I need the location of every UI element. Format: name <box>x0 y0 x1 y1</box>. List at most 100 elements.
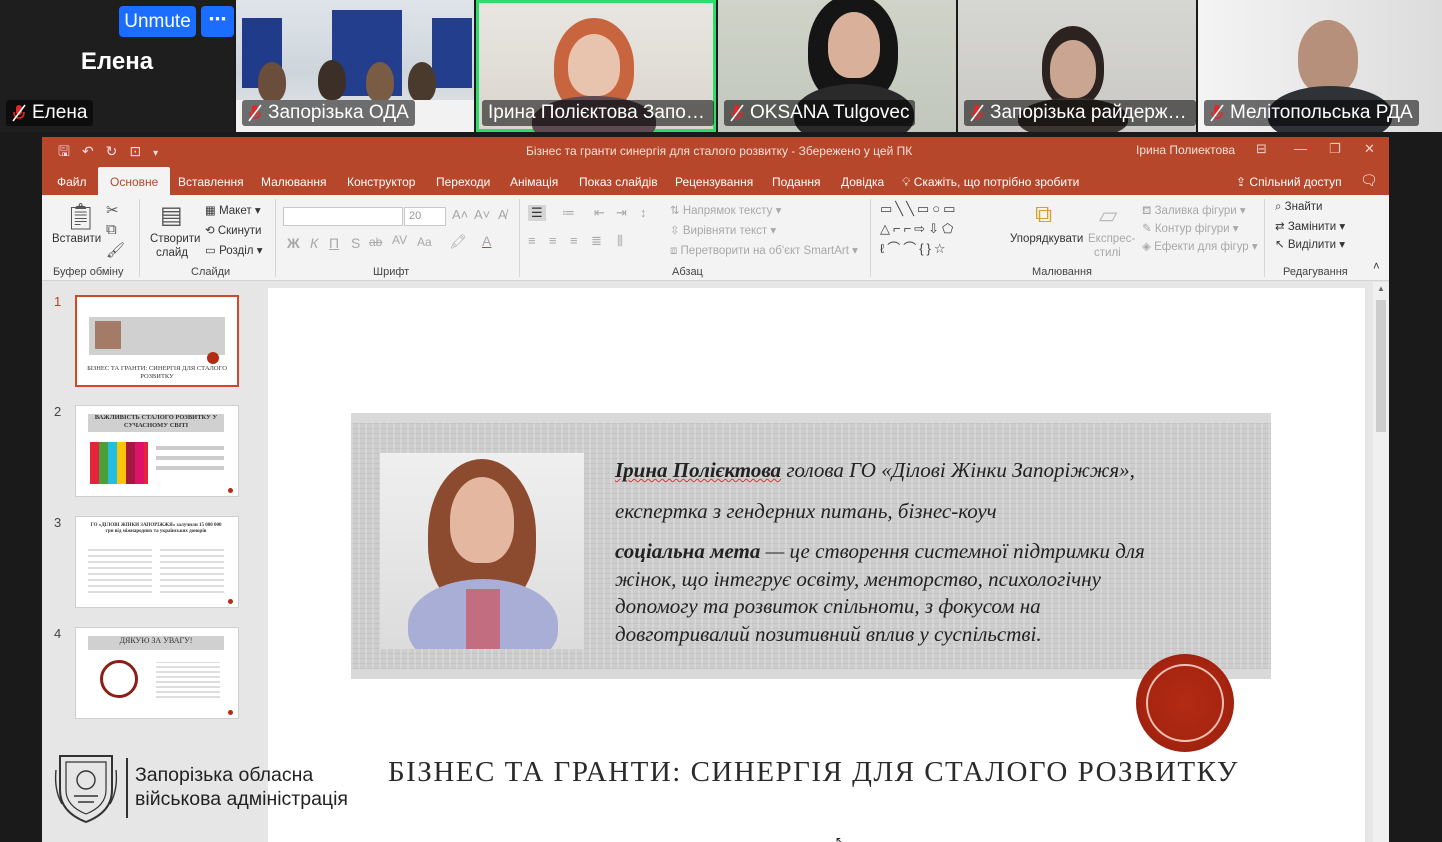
clear-formatting-icon[interactable]: A̸ <box>498 207 507 222</box>
char-spacing-icon[interactable]: AV <box>392 233 407 247</box>
italic-icon[interactable]: К <box>310 235 318 251</box>
find-button[interactable]: ⌕ Знайти <box>1275 201 1322 214</box>
signed-in-user[interactable]: Ірина Полиектова <box>1136 143 1235 157</box>
paste-icon[interactable]: 📋︎ <box>64 201 97 232</box>
video-tile-oksana[interactable]: OKSANA Tulgovec <box>718 0 956 132</box>
change-case-icon[interactable]: Aa <box>417 235 432 249</box>
quick-styles-button[interactable]: Експрес- <box>1088 233 1135 245</box>
comments-icon[interactable]: 🗨︎ <box>1360 172 1378 189</box>
muted-mic-icon <box>970 104 984 122</box>
quick-styles-button-line2[interactable]: стилі <box>1094 247 1121 259</box>
select-button[interactable]: ↖ Виділити ▾ <box>1275 237 1345 251</box>
video-tile-zaporizka-raiderzh[interactable]: Запорізька райдержа... <box>958 0 1196 132</box>
font-color-icon[interactable]: A <box>482 233 491 249</box>
strikethrough-icon[interactable]: ab <box>369 235 382 249</box>
attendee-figure <box>258 62 286 102</box>
highlight-icon[interactable]: 🖍︎ <box>449 233 467 250</box>
shadow-icon[interactable]: S <box>351 235 360 251</box>
arrange-icon[interactable]: ⧉ <box>1035 201 1052 229</box>
self-video-tile[interactable]: Unmute ⋯ Елена Елена <box>0 0 234 132</box>
replace-button[interactable]: ⇄ Замінити ▾ <box>1275 219 1345 233</box>
arrange-button[interactable]: Упорядкувати <box>1010 233 1083 245</box>
unmute-button[interactable]: Unmute <box>119 6 196 37</box>
current-slide[interactable]: Ірина Полієктова голова ГО «Ділові Жінки… <box>268 288 1365 842</box>
speaker-photo[interactable] <box>380 453 584 649</box>
format-painter-icon[interactable]: 🖌︎ <box>106 241 125 259</box>
tab-home[interactable]: Основне <box>98 167 171 195</box>
tab-view[interactable]: Подання <box>772 175 820 189</box>
group-separator <box>519 199 520 277</box>
justify-icon[interactable]: ≣ <box>591 233 602 249</box>
share-button[interactable]: ⇪ Спільний доступ <box>1236 175 1342 189</box>
align-right-icon[interactable]: ≡ <box>570 233 578 248</box>
scrollbar-thumb[interactable] <box>1376 300 1386 432</box>
undo-icon[interactable]: ↶ <box>82 143 106 159</box>
increase-indent-icon[interactable]: ⇥ <box>616 205 627 221</box>
save-icon[interactable]: 🖫 <box>58 143 82 159</box>
new-slide-button-line2[interactable]: слайд <box>156 247 188 259</box>
slide-thumbnail-3[interactable]: ГО «ДІЛОВІ ЖІНКИ ЗАПОРІЖЖЯ» залучили 15 … <box>75 516 239 608</box>
columns-icon[interactable]: ⫼ <box>617 233 623 249</box>
decrease-indent-icon[interactable]: ⇤ <box>594 205 605 221</box>
underline-icon[interactable]: П <box>329 235 339 251</box>
shrink-font-icon[interactable]: A˅ <box>474 207 490 222</box>
more-options-button[interactable]: ⋯ <box>201 6 234 37</box>
redo-icon[interactable]: ↻ <box>106 143 130 159</box>
video-tile-iryna-poliektova[interactable]: Ірина Полієктова Запорі... <box>476 0 716 132</box>
slide-thumbnail-1[interactable]: БІЗНЕС ТА ГРАНТИ: СИНЕРГІЯ ДЛЯ СТАЛОГО Р… <box>75 295 239 387</box>
replace-icon: ⇄ <box>1275 221 1285 233</box>
tab-slide-show[interactable]: Показ слайдів <box>579 175 658 189</box>
convert-smartart-button[interactable]: ⧈ Перетворити на об'єкт SmartArt ▾ <box>670 243 858 258</box>
minimize-icon[interactable]: — <box>1294 141 1307 156</box>
align-left-icon[interactable]: ≡ <box>528 233 536 248</box>
layout-button[interactable]: ▦ Макет ▾ <box>205 203 261 217</box>
new-slide-button[interactable]: Створити <box>150 233 200 245</box>
customize-qat-icon[interactable]: ▾ <box>153 148 170 159</box>
bold-icon[interactable]: Ж <box>287 235 300 251</box>
font-name-input[interactable] <box>283 207 403 226</box>
copy-icon[interactable]: ⧉ <box>106 221 117 238</box>
tab-design[interactable]: Конструктор <box>347 175 415 189</box>
slide-line-3: соціальна мета — це створення системної … <box>615 539 1145 563</box>
new-slide-icon[interactable]: ▤ <box>160 201 183 230</box>
tab-help[interactable]: Довідка <box>841 175 884 189</box>
collapse-ribbon-icon[interactable]: ˄ <box>1373 261 1380 273</box>
vertical-scrollbar[interactable]: ▲ <box>1373 282 1389 842</box>
maximize-icon[interactable]: ❐ <box>1329 141 1341 157</box>
tab-review[interactable]: Рецензування <box>675 175 753 189</box>
video-tile-zaporizka-oda[interactable]: Запорізька ОДА <box>236 0 474 132</box>
shape-effects-button[interactable]: ◈ Ефекти для фігур ▾ <box>1142 239 1258 253</box>
tab-transitions[interactable]: Переходи <box>436 175 490 189</box>
slide-title: БІЗНЕС ТА ГРАНТИ: СИНЕРГІЯ ДЛЯ СТАЛОГО Р… <box>388 756 1239 788</box>
text-direction-button[interactable]: ⇅ Напрямок тексту ▾ <box>670 203 781 217</box>
align-text-button[interactable]: ⇳ Вирівняти текст ▾ <box>670 223 776 237</box>
paste-button[interactable]: Вставити <box>52 233 101 245</box>
quick-styles-icon[interactable]: ▱ <box>1099 201 1117 230</box>
align-center-icon[interactable]: ≡ <box>549 233 557 248</box>
shape-fill-button[interactable]: ⛾ Заливка фігури ▾ <box>1142 203 1246 219</box>
grow-font-icon[interactable]: A˄ <box>452 207 468 222</box>
section-button[interactable]: ▭ Розділ ▾ <box>205 243 262 257</box>
slide-thumbnail-4[interactable]: ДЯКУЮ ЗА УВАГУ! <box>75 627 239 719</box>
scroll-up-icon[interactable]: ▲ <box>1377 284 1385 293</box>
numbering-icon[interactable]: ≔ <box>562 205 575 221</box>
tell-me-search[interactable]: 💡︎ Скажіть, що потрібно зробити <box>902 175 1079 190</box>
close-icon[interactable]: ✕ <box>1364 141 1375 157</box>
tab-insert[interactable]: Вставлення <box>178 175 244 189</box>
cut-icon[interactable]: ✂ <box>106 201 119 219</box>
reset-button[interactable]: ⟲ Скинути <box>205 223 261 237</box>
present-icon[interactable]: ⊡ <box>129 143 153 159</box>
tab-animations[interactable]: Анімація <box>510 175 558 189</box>
shapes-gallery[interactable]: ▭╲╲▭○▭ △⌐⌐⇨⇩⬠ ℓ⌒⌒{}☆ <box>880 199 1005 259</box>
slide-thumbnail-2[interactable]: ВАЖЛИВІСТЬ СТАЛОГО РОЗВИТКУ У СУЧАСНОМУ … <box>75 405 239 497</box>
tab-file[interactable]: Файл <box>57 175 87 189</box>
ribbon-display-options-icon[interactable]: ⊟ <box>1256 141 1267 157</box>
font-size-input[interactable]: 20 <box>404 207 446 226</box>
shape-outline-button[interactable]: ✎ Контур фігури ▾ <box>1142 221 1239 235</box>
group-separator <box>1264 199 1265 277</box>
line-spacing-icon[interactable]: ↕ <box>640 205 647 220</box>
video-tile-melitopol-rda[interactable]: Мелітопольська РДА <box>1198 0 1442 132</box>
bullets-icon[interactable]: ☰ <box>528 205 546 221</box>
speaker-face <box>828 12 880 78</box>
tab-draw[interactable]: Малювання <box>261 175 326 189</box>
